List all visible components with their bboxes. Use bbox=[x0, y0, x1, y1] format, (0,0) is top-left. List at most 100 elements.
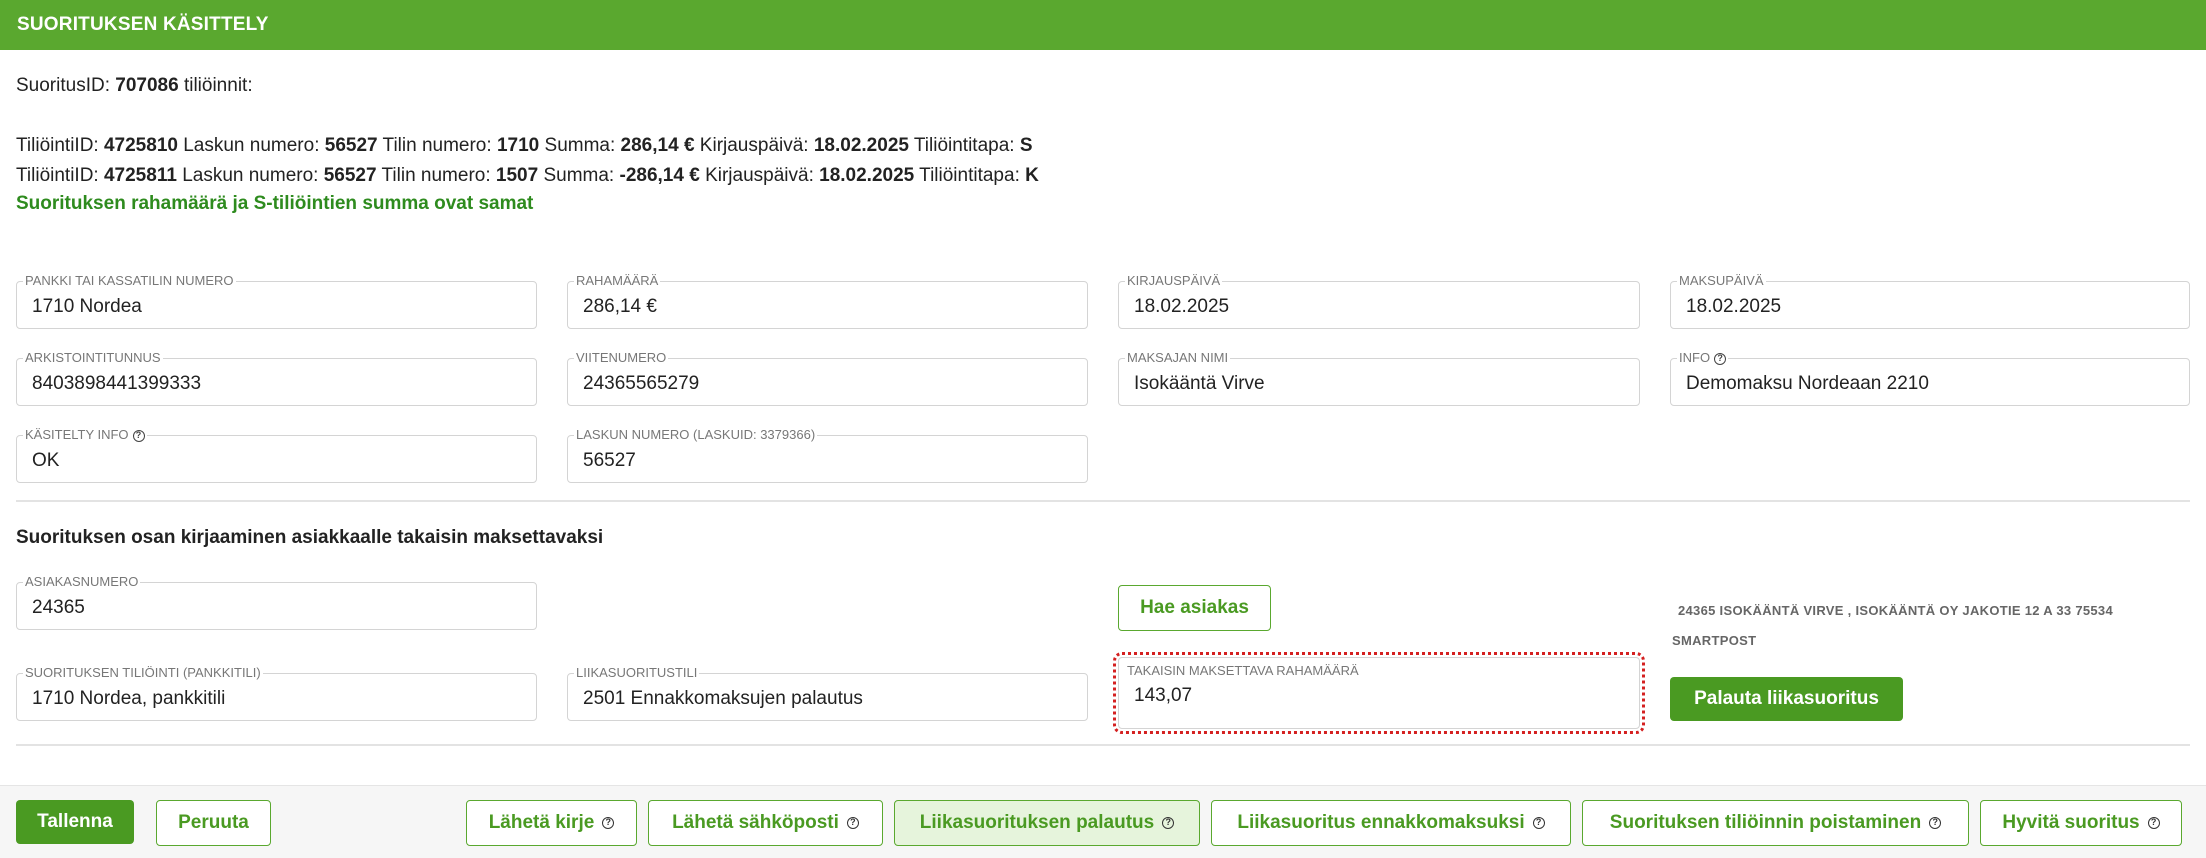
field-label: INFO? bbox=[1677, 350, 1729, 366]
field-value: 286,14 € bbox=[583, 296, 657, 317]
help-icon[interactable]: ? bbox=[1929, 817, 1942, 829]
info-field[interactable]: INFO? Demomaksu Nordeaan 2210 bbox=[1670, 350, 2190, 406]
posting-row: TiliöintiID: 4725811 Laskun numero: 5652… bbox=[16, 165, 1039, 187]
save-button[interactable]: Tallenna bbox=[16, 800, 134, 844]
account-label: Tilin numero: bbox=[381, 165, 491, 186]
customer-number-field[interactable]: ASIAKASNUMERO 24365 bbox=[16, 574, 537, 630]
payment-date-field[interactable]: MAKSUPÄIVÄ 18.02.2025 bbox=[1670, 273, 2190, 329]
booking-date-field[interactable]: KIRJAUSPÄIVÄ 18.02.2025 bbox=[1118, 273, 1640, 329]
refund-section-title: Suorituksen osan kirjaaminen asiakkaalle… bbox=[16, 527, 604, 548]
posting-id-label: TiliöintiID: bbox=[16, 165, 99, 186]
field-label: RAHAMÄÄRÄ bbox=[574, 273, 661, 289]
field-label-text: KÄSITELTY INFO bbox=[25, 427, 129, 442]
section-divider bbox=[16, 500, 2190, 502]
button-label: Lähetä kirje bbox=[488, 812, 595, 833]
date-value: 18.02.2025 bbox=[813, 135, 909, 156]
field-label: TAKAISIN MAKSETTAVA RAHAMÄÄRÄ bbox=[1125, 663, 1361, 679]
field-label: ASIAKASNUMERO bbox=[23, 574, 141, 590]
method-label: Tiliöintitapa: bbox=[919, 165, 1020, 186]
date-label: Kirjauspäivä: bbox=[699, 135, 809, 156]
sum-match-message: Suorituksen rahamäärä ja S-tiliöintien s… bbox=[16, 193, 534, 214]
help-icon[interactable]: ? bbox=[602, 817, 615, 829]
refund-amount-field[interactable]: TAKAISIN MAKSETTAVA RAHAMÄÄRÄ 143,07 bbox=[1113, 652, 1645, 734]
payment-id-value: 707086 bbox=[115, 75, 179, 96]
posting-row: TiliöintiID: 4725810 Laskun numero: 5652… bbox=[16, 135, 1033, 157]
help-icon[interactable]: ? bbox=[1162, 817, 1175, 829]
overpayment-refund-button[interactable]: Liikasuorituksen palautus? bbox=[894, 800, 1200, 846]
page-title: SUORITUKSEN KÄSITTELY bbox=[0, 0, 2206, 50]
field-value: 1710 Nordea bbox=[32, 296, 142, 317]
overpayment-account-field[interactable]: LIIKASUORITUSTILI 2501 Ennakkomaksujen p… bbox=[567, 665, 1088, 721]
section-divider bbox=[16, 744, 2190, 746]
field-value: 1710 Nordea, pankkitili bbox=[32, 688, 226, 709]
field-label: LIIKASUORITUSTILI bbox=[574, 665, 700, 681]
posting-id: 4725811 bbox=[103, 165, 177, 186]
send-letter-button[interactable]: Lähetä kirje? bbox=[466, 800, 637, 846]
payment-account-field[interactable]: SUORITUKSEN TILIÖINTI (PANKKITILI) 1710 … bbox=[16, 665, 537, 721]
button-label: Lähetä sähköposti bbox=[672, 812, 839, 833]
method-value: S bbox=[1019, 135, 1033, 156]
handled-info-field[interactable]: KÄSITELTY INFO? OK bbox=[16, 427, 537, 483]
refund-overpayment-button[interactable]: Palauta liikasuoritus bbox=[1670, 677, 1903, 721]
payment-id-label: SuoritusID: bbox=[16, 75, 110, 96]
date-label: Kirjauspäivä: bbox=[705, 165, 814, 186]
payer-name-field[interactable]: MAKSAJAN NIMI Isokääntä Virve bbox=[1118, 350, 1640, 406]
method-label: Tiliöintitapa: bbox=[913, 135, 1015, 156]
field-label: KÄSITELTY INFO? bbox=[23, 427, 147, 443]
posting-id-label: TiliöintiID: bbox=[16, 135, 99, 156]
invoice-number-field[interactable]: LASKUN NUMERO (LASKUID: 3379366) 56527 bbox=[567, 427, 1088, 483]
sum-value: 286,14 € bbox=[620, 135, 695, 156]
delete-posting-button[interactable]: Suorituksen tiliöinnin poistaminen? bbox=[1582, 800, 1969, 846]
account-label: Tilin numero: bbox=[382, 135, 492, 156]
overpayment-prepayment-button[interactable]: Liikasuoritus ennakkomaksuksi? bbox=[1211, 800, 1571, 846]
customer-info-line: SMARTPOST bbox=[1672, 633, 1757, 648]
field-label-text: INFO bbox=[1679, 350, 1711, 365]
invoice-label: Laskun numero: bbox=[183, 135, 320, 156]
posting-id: 4725810 bbox=[103, 135, 178, 156]
field-value: 18.02.2025 bbox=[1134, 296, 1230, 317]
help-icon[interactable]: ? bbox=[1714, 352, 1727, 365]
send-email-button[interactable]: Lähetä sähköposti? bbox=[648, 800, 883, 846]
sum-label: Summa: bbox=[543, 165, 615, 186]
bank-account-field[interactable]: PANKKI TAI KASSATILIN NUMERO 1710 Nordea bbox=[16, 273, 537, 329]
help-icon[interactable]: ? bbox=[1532, 817, 1545, 829]
archive-id-field[interactable]: ARKISTOINTITUNNUS 8403898441399333 bbox=[16, 350, 537, 406]
field-label: LASKUN NUMERO (LASKUID: 3379366) bbox=[574, 427, 818, 443]
method-value: K bbox=[1025, 165, 1039, 186]
sum-value: -286,14 € bbox=[619, 165, 700, 186]
field-label: KIRJAUSPÄIVÄ bbox=[1125, 273, 1223, 289]
date-value: 18.02.2025 bbox=[819, 165, 915, 186]
account-value: 1507 bbox=[495, 165, 539, 186]
field-value: Isokääntä Virve bbox=[1134, 373, 1265, 394]
account-value: 1710 bbox=[496, 135, 540, 156]
field-label: MAKSUPÄIVÄ bbox=[1677, 273, 1766, 289]
button-label: Liikasuoritus ennakkomaksuksi bbox=[1237, 812, 1525, 833]
credit-payment-button[interactable]: Hyvitä suoritus? bbox=[1980, 800, 2182, 846]
field-value: 24365565279 bbox=[583, 373, 700, 394]
customer-info-line: 24365 ISOKÄÄNTÄ VIRVE , ISOKÄÄNTÄ OY JAK… bbox=[1678, 603, 2113, 618]
field-value: 143,07 bbox=[1134, 685, 1193, 706]
field-value: 24365 bbox=[32, 597, 85, 618]
field-value: 18.02.2025 bbox=[1686, 296, 1782, 317]
field-value: OK bbox=[32, 450, 60, 471]
help-icon[interactable]: ? bbox=[132, 429, 145, 442]
invoice-label: Laskun numero: bbox=[182, 165, 319, 186]
invoice-value: 56527 bbox=[324, 135, 378, 156]
field-value: 56527 bbox=[583, 450, 636, 471]
fetch-customer-button[interactable]: Hae asiakas bbox=[1118, 585, 1271, 631]
button-label: Suorituksen tiliöinnin poistaminen bbox=[1609, 812, 1922, 833]
field-label: VIITENUMERO bbox=[574, 350, 669, 366]
field-label: SUORITUKSEN TILIÖINTI (PANKKITILI) bbox=[23, 665, 263, 681]
button-label: Hyvitä suoritus bbox=[2002, 812, 2140, 833]
reference-number-field[interactable]: VIITENUMERO 24365565279 bbox=[567, 350, 1088, 406]
field-label: MAKSAJAN NIMI bbox=[1125, 350, 1231, 366]
help-icon[interactable]: ? bbox=[846, 817, 859, 829]
field-label: ARKISTOINTITUNNUS bbox=[23, 350, 163, 366]
amount-field[interactable]: RAHAMÄÄRÄ 286,14 € bbox=[567, 273, 1088, 329]
help-icon[interactable]: ? bbox=[2147, 817, 2160, 829]
field-value: Demomaksu Nordeaan 2210 bbox=[1686, 373, 1929, 394]
cancel-button[interactable]: Peruuta bbox=[156, 800, 271, 846]
field-value: 2501 Ennakkomaksujen palautus bbox=[583, 688, 863, 709]
payment-summary: SuoritusID: 707086 tiliöinnit: bbox=[16, 75, 253, 97]
field-value: 8403898441399333 bbox=[32, 373, 202, 394]
